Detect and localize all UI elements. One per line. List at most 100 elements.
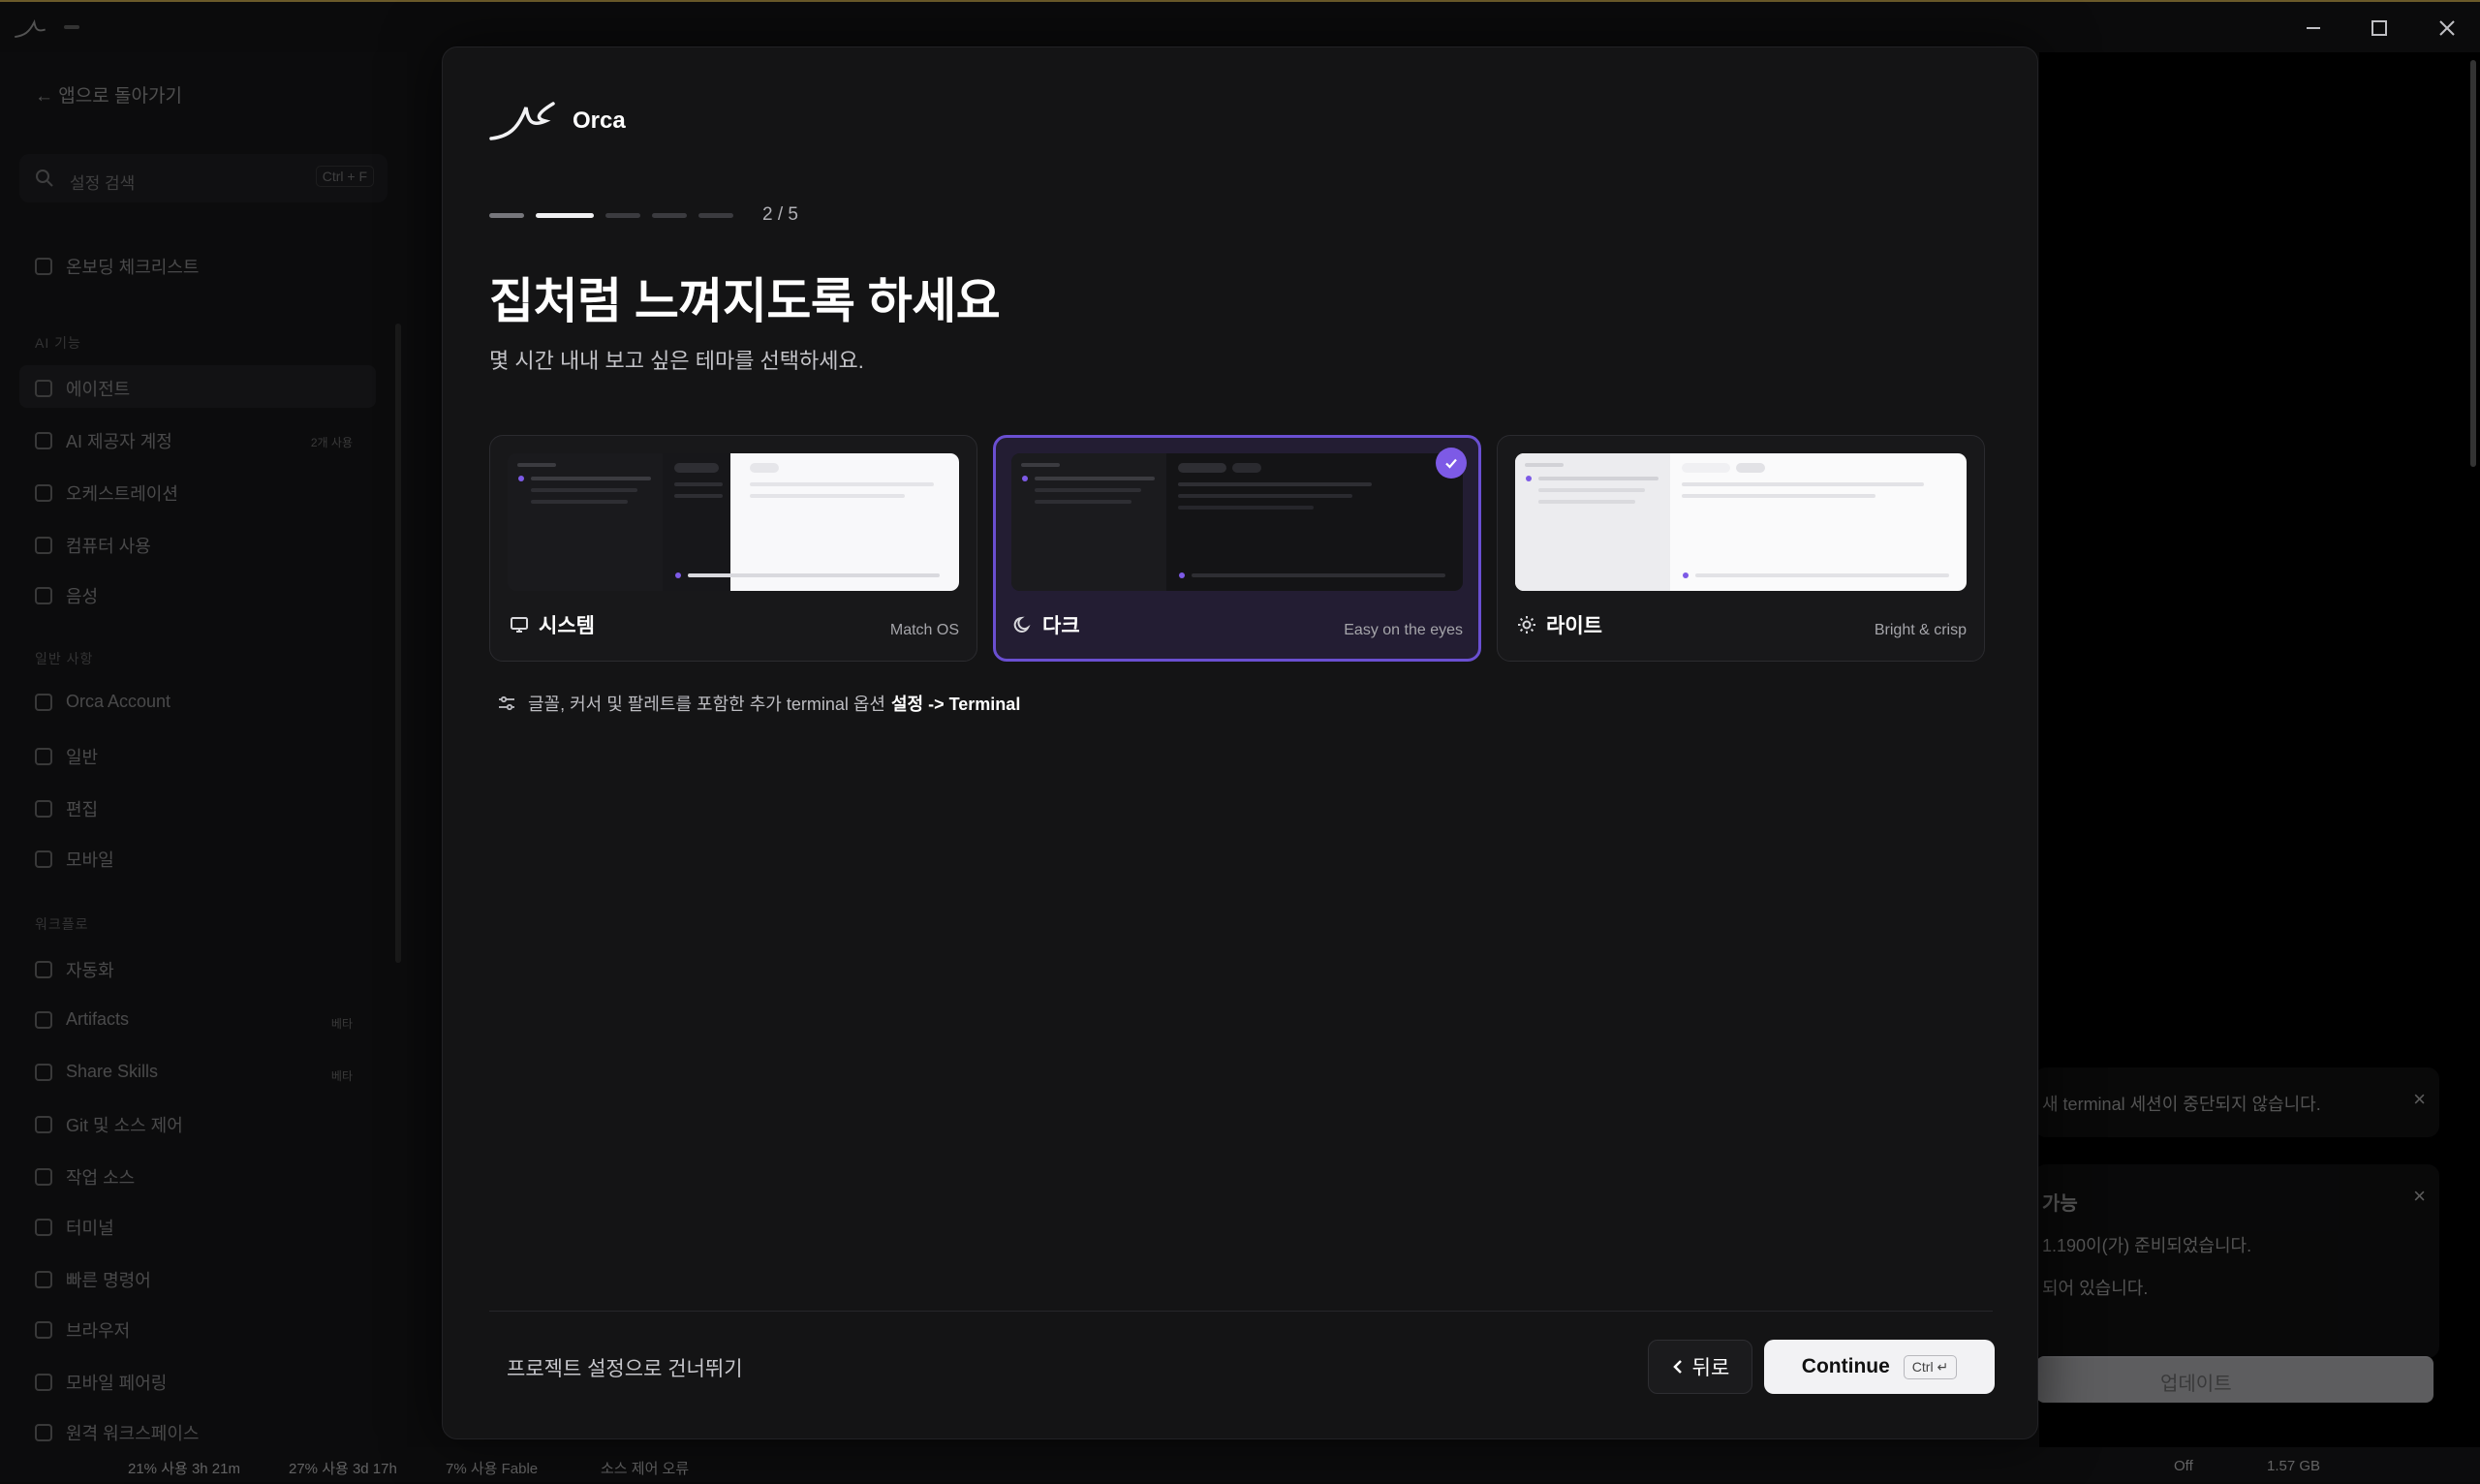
back-arrow-icon: ← (35, 86, 53, 107)
light-preview-illustration (1515, 453, 1967, 591)
sidebar-item-orca-account[interactable]: Orca Account (35, 692, 170, 712)
sidebar-item-artifacts[interactable]: Artifacts (35, 1009, 129, 1030)
close-icon[interactable]: × (2413, 1087, 2426, 1112)
sidebar-item-label: 작업 소스 (66, 1164, 135, 1190)
progress-step-1 (489, 213, 524, 218)
sidebar-item-label: 터미널 (66, 1215, 114, 1240)
sidebar-item-terminal[interactable]: 터미널 (35, 1215, 114, 1240)
update-button-label: 업데이트 (2160, 1368, 2232, 1396)
sidebar-item-label: 자동화 (66, 957, 114, 982)
browser-icon (35, 1321, 52, 1339)
brand-name: Orca (573, 108, 626, 135)
sidebar-item-browser[interactable]: 브라우저 (35, 1317, 130, 1343)
orchestration-icon (35, 484, 52, 502)
theme-preview-system (508, 453, 959, 591)
sidebar-item-agents[interactable]: 에이전트 (35, 376, 130, 401)
mobile-icon (35, 850, 52, 868)
title-menu-icon[interactable] (64, 25, 79, 29)
sidebar-item-automation[interactable]: 자동화 (35, 957, 114, 982)
page-title: 집처럼 느껴지도록 하세요 (489, 263, 1000, 332)
sidebar-item-computer-use[interactable]: 컴퓨터 사용 (35, 533, 151, 558)
sidebar-item-ai-accounts[interactable]: AI 제공자 계정 (35, 428, 172, 453)
theme-preview-light (1515, 453, 1967, 591)
search-placeholder: 설정 검색 (70, 170, 135, 194)
sidebar-item-mobile[interactable]: 모바일 (35, 847, 114, 872)
checklist-icon (35, 258, 52, 275)
globe-icon (35, 694, 52, 711)
status-usage-3[interactable]: 7% 사용 Fable (446, 1458, 538, 1478)
sidebar-item-onboarding[interactable]: 온보딩 체크리스트 (35, 254, 199, 279)
sidebar-item-label: 빠른 명령어 (66, 1267, 151, 1292)
computer-use-icon (35, 537, 52, 554)
orca-logo-icon (489, 100, 557, 142)
status-toggle[interactable]: Off (2174, 1458, 2193, 1474)
sidebar-item-share-skills[interactable]: Share Skills (35, 1062, 158, 1082)
page-subtitle: 몇 시간 내내 보고 싶은 테마를 선택하세요. (489, 344, 864, 375)
sidebar-item-git[interactable]: Git 및 소스 제어 (35, 1112, 183, 1137)
sidebar-item-label: 음성 (66, 583, 98, 608)
edit-icon (35, 800, 52, 818)
system-preview-illustration (508, 453, 959, 591)
maximize-button[interactable] (2346, 4, 2412, 52)
sidebar-item-label: 에이전트 (66, 376, 130, 401)
minimize-button[interactable] (2280, 4, 2346, 52)
sidebar-item-label: 모바일 페어링 (66, 1370, 167, 1395)
sidebar-badge: 2개 사용 (311, 434, 353, 450)
sidebar-badge: 베타 (331, 1067, 353, 1084)
sidebar-item-label: 편집 (66, 796, 98, 821)
task-icon (35, 1168, 52, 1186)
sidebar-badge: 베타 (331, 1015, 353, 1032)
progress-step-2 (536, 213, 594, 218)
sidebar-item-task-sources[interactable]: 작업 소스 (35, 1164, 135, 1190)
sidebar-item-quick-commands[interactable]: 빠른 명령어 (35, 1267, 151, 1292)
terminal-options-hint: 글꼴, 커서 및 팔레트를 포함한 추가 terminal 옵션 설정 -> T… (497, 691, 1020, 716)
theme-card-label: 다크 (1013, 610, 1080, 639)
sidebar-item-general[interactable]: 일반 (35, 744, 98, 769)
sidebar-item-mobile-pairing[interactable]: 모바일 페어링 (35, 1370, 167, 1395)
theme-card-dark[interactable]: 다크 Easy on the eyes (993, 435, 1481, 662)
status-source-control[interactable]: 소스 제어 오류 (601, 1458, 689, 1478)
update-button[interactable] (2036, 1356, 2434, 1403)
terminal-hint-text: 글꼴, 커서 및 팔레트를 포함한 추가 terminal 옵션 (528, 691, 885, 716)
brand: Orca (489, 100, 626, 142)
sidebar-item-remote-workspace[interactable]: 원격 워크스페이스 (35, 1420, 199, 1445)
sidebar-item-label: Share Skills (66, 1062, 158, 1082)
continue-button[interactable]: Continue Ctrl ↵ (1764, 1340, 1995, 1394)
settings-search-input[interactable]: 설정 검색 Ctrl + F (19, 154, 388, 202)
background-toast-update: 가능 × 1.190이(가) 준비되었습니다. 되어 있습니다. (2034, 1164, 2439, 1358)
remote-icon (35, 1424, 52, 1441)
toast-text: 되어 있습니다. (2042, 1275, 2148, 1300)
continue-button-label: Continue (1802, 1355, 1890, 1378)
section-heading-ai: AI 기능 (35, 333, 81, 353)
status-usage-2[interactable]: 27% 사용 3d 17h (289, 1458, 397, 1478)
terminal-settings-link[interactable]: 설정 -> Terminal (891, 691, 1020, 716)
progress-step-3 (605, 213, 640, 218)
sidebar-item-label: 원격 워크스페이스 (66, 1420, 199, 1445)
sidebar-item-orchestration[interactable]: 오케스트레이션 (35, 480, 178, 506)
sidebar-item-editor[interactable]: 편집 (35, 796, 98, 821)
toast-text: 1.190이(가) 준비되었습니다. (2042, 1232, 2251, 1257)
continue-shortcut: Ctrl ↵ (1904, 1355, 1957, 1379)
general-icon (35, 748, 52, 765)
back-to-app-link[interactable]: ← 앱으로 돌아가기 (35, 81, 182, 108)
close-icon[interactable]: × (2413, 1184, 2426, 1209)
theme-hint: Bright & crisp (1875, 622, 1967, 639)
skip-to-project-setup-link[interactable]: 프로젝트 설정으로 건너뛰기 (507, 1353, 743, 1382)
close-button[interactable] (2414, 4, 2480, 52)
microphone-icon (35, 587, 52, 604)
theme-card-system[interactable]: 시스템 Match OS (489, 435, 977, 662)
terminal-icon (35, 1219, 52, 1236)
artifacts-icon (35, 1011, 52, 1029)
theme-name: 라이트 (1546, 610, 1602, 639)
back-button-label: 뒤로 (1692, 1352, 1730, 1381)
sidebar-item-label: 온보딩 체크리스트 (66, 254, 199, 279)
back-button[interactable]: 뒤로 (1648, 1340, 1752, 1394)
theme-preview-dark (1011, 453, 1463, 591)
content-scrollbar[interactable] (2470, 60, 2476, 467)
close-icon (2438, 19, 2456, 37)
sidebar-scrollbar[interactable] (395, 324, 401, 963)
theme-card-light[interactable]: 라이트 Bright & crisp (1497, 435, 1985, 662)
status-usage-1[interactable]: 21% 사용 3h 21m (128, 1458, 240, 1478)
sidebar-item-voice[interactable]: 음성 (35, 583, 98, 608)
agent-icon (35, 380, 52, 397)
